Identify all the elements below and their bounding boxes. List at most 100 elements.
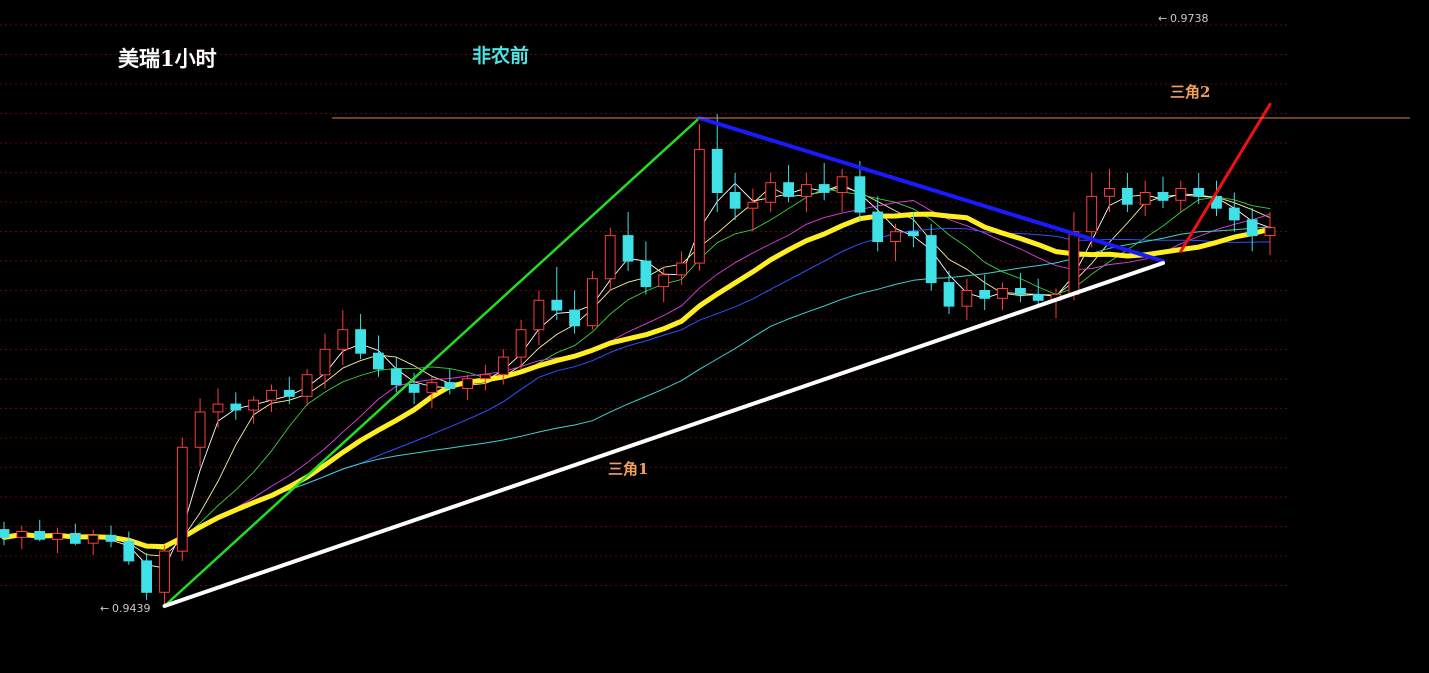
candle — [87, 529, 99, 555]
candle — [52, 527, 63, 554]
candle — [551, 266, 563, 320]
candle-body — [16, 531, 28, 538]
candle-body — [640, 260, 652, 288]
candle — [997, 282, 1008, 311]
candle — [159, 545, 170, 604]
candle-body — [551, 299, 563, 311]
chart-title: 美瑞1小时 — [118, 46, 217, 71]
candle-body — [997, 288, 1008, 299]
candle-body — [765, 182, 777, 203]
candle-body — [52, 533, 63, 540]
candle — [1157, 176, 1169, 209]
candle — [818, 163, 830, 201]
candle-body — [69, 533, 81, 544]
candle-body — [890, 231, 901, 242]
candle — [1246, 208, 1258, 252]
candle-body — [925, 235, 937, 284]
candle-body — [480, 374, 491, 380]
candle — [248, 396, 259, 424]
candle-body — [0, 529, 10, 538]
candle-body — [818, 184, 830, 193]
candle-body — [872, 211, 884, 243]
trendline-white — [162, 261, 1165, 608]
candle — [266, 384, 277, 412]
candle — [711, 114, 723, 213]
candle-body — [408, 384, 420, 393]
candle — [0, 521, 10, 546]
candle-body — [1246, 219, 1258, 237]
candle — [230, 392, 242, 420]
candle — [123, 531, 135, 565]
ma-line-21 — [3, 227, 1271, 548]
annotation-triangle-2: 三角2 — [1170, 83, 1210, 101]
candle-body — [248, 399, 259, 411]
candle-body — [426, 382, 438, 393]
candle-body — [337, 329, 349, 350]
candle — [783, 165, 795, 203]
candle — [141, 553, 152, 601]
candle-body — [676, 262, 688, 276]
candle — [1068, 212, 1080, 301]
candle-body — [283, 389, 295, 397]
high-price-label: 0.9738 — [1170, 12, 1209, 25]
candle — [1175, 180, 1187, 213]
candle — [283, 376, 295, 405]
candle-body — [1032, 293, 1044, 301]
candle-body — [1157, 192, 1169, 201]
candle-body — [319, 348, 331, 376]
candle — [301, 368, 313, 407]
candle — [836, 168, 848, 213]
candle-body — [373, 352, 384, 370]
candle — [569, 290, 581, 334]
candle-body — [604, 235, 616, 280]
candle — [658, 266, 670, 303]
candle-body — [783, 182, 795, 197]
candle — [801, 172, 812, 213]
candle-body — [444, 382, 456, 390]
trendlines — [162, 102, 1410, 608]
candle — [676, 251, 688, 285]
candle-body — [569, 309, 581, 327]
candle-body — [515, 329, 527, 358]
candle-body — [961, 290, 973, 307]
candle — [961, 278, 973, 320]
candle — [515, 319, 527, 369]
candle — [373, 335, 384, 377]
candle-body — [943, 282, 955, 307]
candle-body — [34, 531, 46, 540]
candle-body — [123, 540, 135, 562]
annotation-triangle-1: 三角1 — [608, 460, 648, 478]
candle-body — [533, 299, 545, 331]
trendline-green — [163, 116, 701, 608]
chart-window: 美瑞1小时 非农前 三角1 三角2 0.9738 ← 0.9439 ← — [0, 0, 1429, 673]
candle-body — [854, 176, 866, 213]
candle — [390, 357, 402, 393]
candle — [1032, 278, 1044, 307]
candle — [462, 374, 474, 401]
candle — [604, 227, 616, 291]
candle — [337, 310, 349, 365]
candle — [426, 376, 438, 409]
candle — [105, 525, 117, 548]
candle — [1121, 172, 1133, 213]
candle-body — [301, 374, 313, 397]
candle — [640, 241, 652, 295]
candle — [925, 223, 937, 291]
candle-body — [1264, 227, 1276, 236]
ma-line-8 — [3, 188, 1271, 551]
candle-body — [230, 403, 242, 411]
low-price-arrow: ← — [100, 602, 109, 615]
candle-body — [1139, 192, 1151, 205]
candle-body — [729, 192, 741, 209]
candle-body — [159, 550, 170, 593]
candle-body — [801, 184, 812, 197]
ma-line-5 — [3, 186, 1271, 557]
candle-body — [176, 446, 188, 552]
price-chart: 美瑞1小时 非农前 三角1 三角2 0.9738 ← 0.9439 ← — [0, 12, 1410, 615]
candle-body — [587, 278, 598, 327]
candle — [872, 196, 884, 252]
candle-body — [1086, 195, 1098, 233]
candle-body — [194, 411, 206, 448]
candle-body — [1228, 207, 1240, 221]
candle-body — [87, 534, 99, 544]
